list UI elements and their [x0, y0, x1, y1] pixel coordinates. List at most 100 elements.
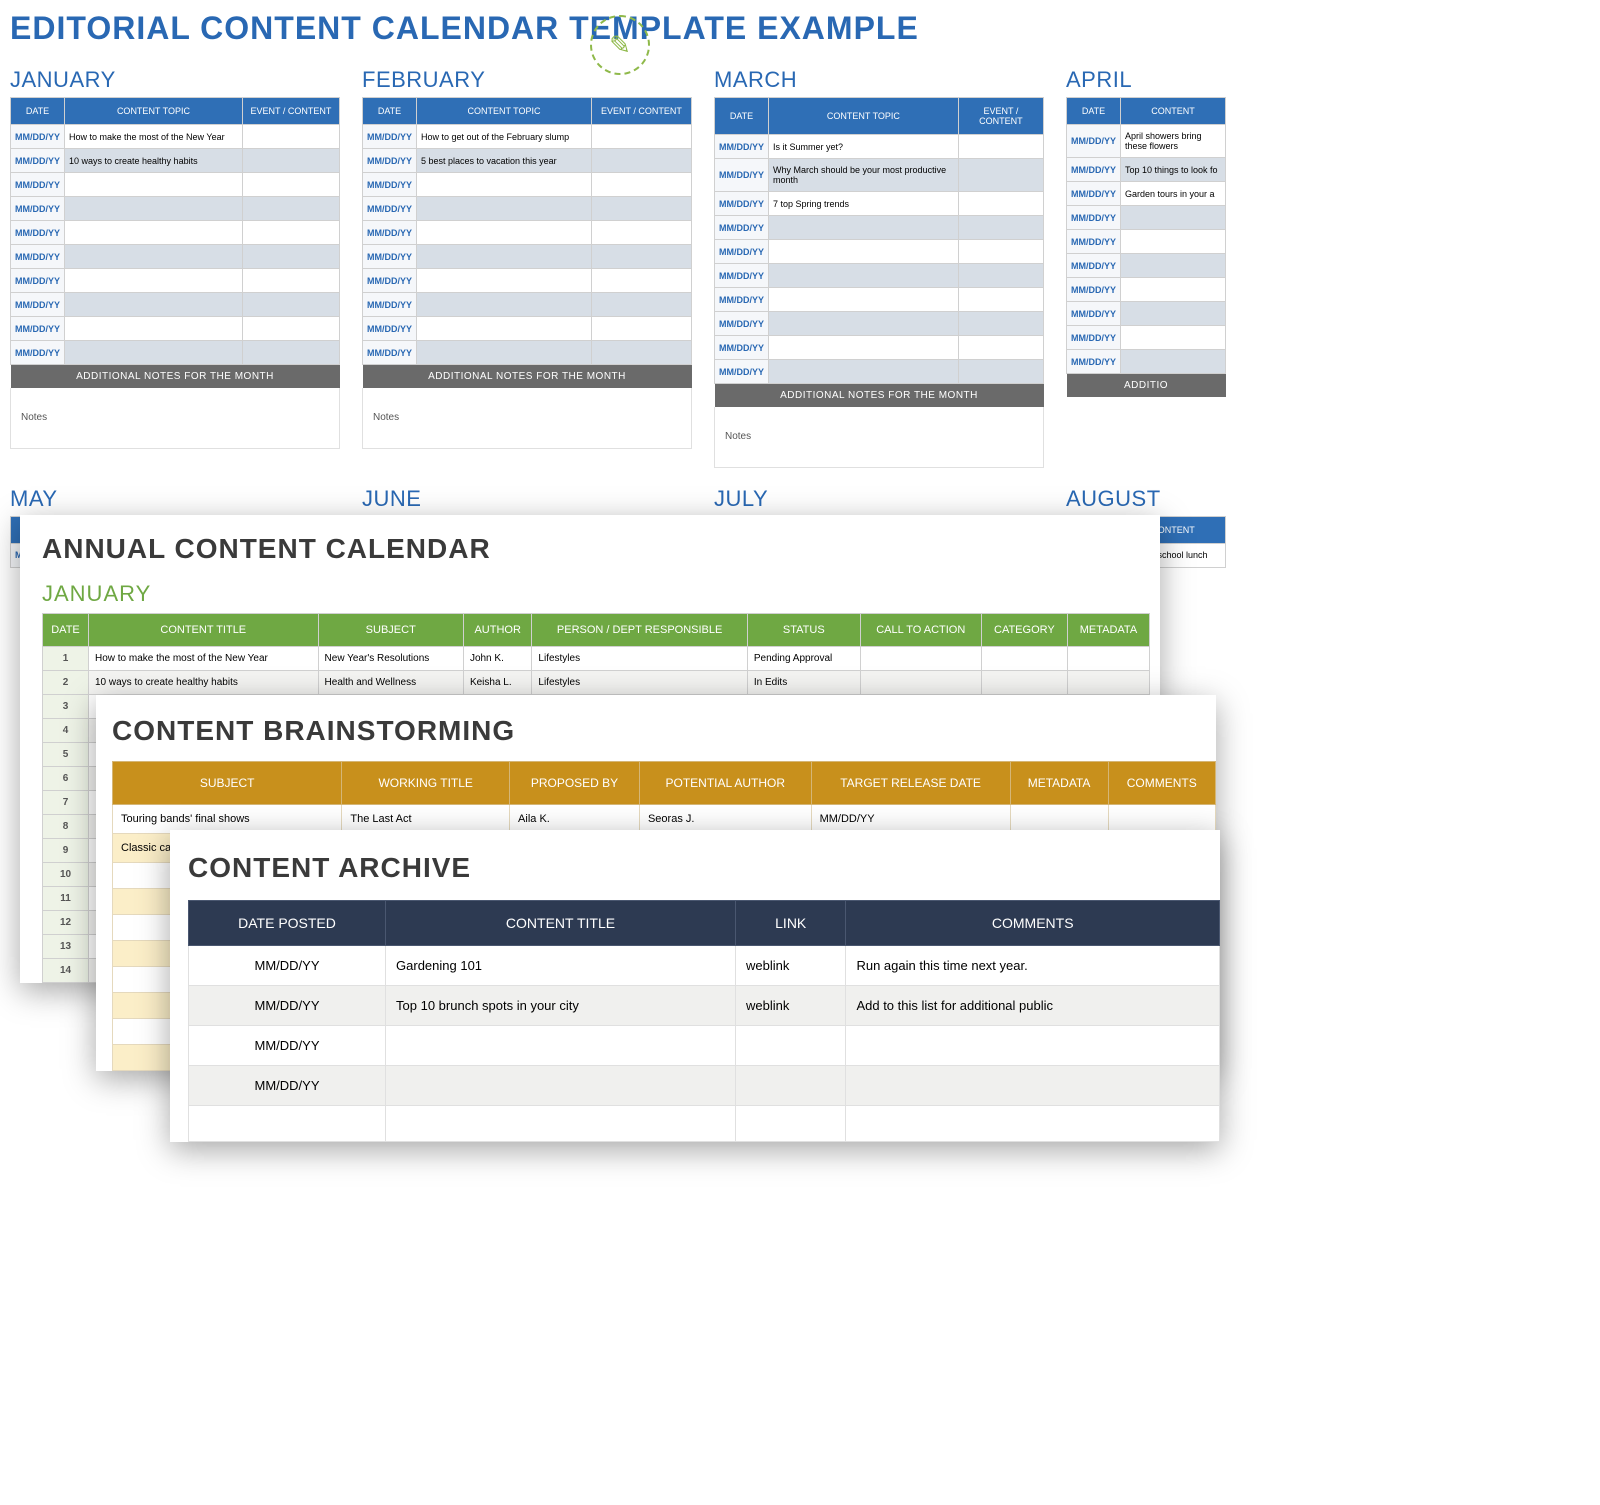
topic-cell[interactable] — [417, 245, 592, 269]
month-row[interactable]: MM/DD/YY Is it Summer yet? — [715, 135, 1044, 159]
topic-cell[interactable]: How to make the most of the New Year — [65, 125, 243, 149]
month-row[interactable]: MM/DD/YY — [1067, 254, 1226, 278]
archive-row[interactable]: MM/DD/YYTop 10 brunch spots in your city… — [189, 986, 1220, 1026]
date-cell[interactable]: MM/DD/YY — [11, 341, 65, 365]
topic-cell[interactable] — [65, 221, 243, 245]
topic-cell[interactable]: April showers bring these flowers — [1121, 125, 1226, 158]
event-cell[interactable] — [242, 269, 339, 293]
month-row[interactable]: MM/DD/YY — [715, 240, 1044, 264]
month-row[interactable]: MM/DD/YY — [1067, 326, 1226, 350]
date-cell[interactable]: MM/DD/YY — [1067, 302, 1121, 326]
event-cell[interactable] — [958, 159, 1043, 192]
topic-cell[interactable]: Top 10 things to look fo — [1121, 158, 1226, 182]
topic-cell[interactable] — [417, 269, 592, 293]
event-cell[interactable] — [242, 197, 339, 221]
date-cell[interactable]: MM/DD/YY — [363, 293, 417, 317]
month-row[interactable]: MM/DD/YY — [11, 221, 340, 245]
archive-row[interactable] — [189, 1106, 1220, 1142]
topic-cell[interactable] — [65, 341, 243, 365]
month-row[interactable]: MM/DD/YY — [11, 245, 340, 269]
event-cell[interactable] — [242, 317, 339, 341]
month-row[interactable]: MM/DD/YY — [715, 216, 1044, 240]
topic-cell[interactable]: How to get out of the February slump — [417, 125, 592, 149]
month-row[interactable]: MM/DD/YY — [1067, 278, 1226, 302]
topic-cell[interactable] — [417, 341, 592, 365]
month-row[interactable]: MM/DD/YY — [715, 336, 1044, 360]
date-cell[interactable]: MM/DD/YY — [11, 317, 65, 341]
archive-row[interactable]: MM/DD/YY — [189, 1066, 1220, 1106]
archive-row[interactable]: MM/DD/YY — [189, 1026, 1220, 1066]
month-row[interactable]: MM/DD/YY — [363, 269, 692, 293]
topic-cell[interactable] — [417, 197, 592, 221]
date-cell[interactable]: MM/DD/YY — [715, 159, 769, 192]
date-cell[interactable]: MM/DD/YY — [715, 216, 769, 240]
date-cell[interactable]: MM/DD/YY — [363, 341, 417, 365]
topic-cell[interactable] — [417, 317, 592, 341]
event-cell[interactable] — [958, 192, 1043, 216]
month-row[interactable]: MM/DD/YY — [11, 269, 340, 293]
date-cell[interactable]: MM/DD/YY — [11, 293, 65, 317]
topic-cell[interactable] — [1121, 278, 1226, 302]
topic-cell[interactable] — [1121, 302, 1226, 326]
topic-cell[interactable] — [1121, 230, 1226, 254]
topic-cell[interactable] — [65, 293, 243, 317]
event-cell[interactable] — [591, 125, 691, 149]
date-cell[interactable]: MM/DD/YY — [715, 336, 769, 360]
month-row[interactable]: MM/DD/YY — [11, 197, 340, 221]
date-cell[interactable]: MM/DD/YY — [11, 245, 65, 269]
month-row[interactable]: MM/DD/YY — [715, 288, 1044, 312]
month-row[interactable]: MM/DD/YY — [1067, 206, 1226, 230]
topic-cell[interactable] — [65, 173, 243, 197]
event-cell[interactable] — [591, 341, 691, 365]
date-cell[interactable]: MM/DD/YY — [715, 288, 769, 312]
date-cell[interactable]: MM/DD/YY — [11, 149, 65, 173]
notes-cell[interactable]: Notes — [363, 388, 692, 448]
month-row[interactable]: MM/DD/YY Why March should be your most p… — [715, 159, 1044, 192]
event-cell[interactable] — [958, 135, 1043, 159]
topic-cell[interactable] — [1121, 326, 1226, 350]
event-cell[interactable] — [242, 173, 339, 197]
month-row[interactable]: MM/DD/YY How to get out of the February … — [363, 125, 692, 149]
month-row[interactable]: MM/DD/YY — [11, 317, 340, 341]
topic-cell[interactable] — [769, 288, 959, 312]
topic-cell[interactable] — [769, 336, 959, 360]
date-cell[interactable]: MM/DD/YY — [1067, 125, 1121, 158]
topic-cell[interactable]: 5 best places to vacation this year — [417, 149, 592, 173]
topic-cell[interactable]: Is it Summer yet? — [769, 135, 959, 159]
month-row[interactable]: MM/DD/YY — [363, 341, 692, 365]
event-cell[interactable] — [591, 245, 691, 269]
month-row[interactable]: MM/DD/YY — [1067, 302, 1226, 326]
event-cell[interactable] — [242, 293, 339, 317]
month-row[interactable]: MM/DD/YY 5 best places to vacation this … — [363, 149, 692, 173]
topic-cell[interactable] — [417, 173, 592, 197]
archive-row[interactable]: MM/DD/YYGardening 101weblinkRun again th… — [189, 946, 1220, 986]
date-cell[interactable]: MM/DD/YY — [715, 360, 769, 384]
annual-row[interactable]: 210 ways to create healthy habitsHealth … — [43, 671, 1150, 695]
event-cell[interactable] — [242, 125, 339, 149]
topic-cell[interactable]: 7 top Spring trends — [769, 192, 959, 216]
month-row[interactable]: MM/DD/YY — [11, 173, 340, 197]
date-cell[interactable]: MM/DD/YY — [1067, 254, 1121, 278]
date-cell[interactable]: MM/DD/YY — [11, 269, 65, 293]
month-row[interactable]: MM/DD/YY — [11, 293, 340, 317]
date-cell[interactable]: MM/DD/YY — [363, 173, 417, 197]
month-row[interactable]: MM/DD/YY — [363, 197, 692, 221]
topic-cell[interactable] — [769, 312, 959, 336]
month-row[interactable]: MM/DD/YY — [363, 317, 692, 341]
month-row[interactable]: MM/DD/YY — [363, 173, 692, 197]
month-row[interactable]: MM/DD/YY 10 ways to create healthy habit… — [11, 149, 340, 173]
event-cell[interactable] — [591, 221, 691, 245]
date-cell[interactable]: MM/DD/YY — [363, 269, 417, 293]
date-cell[interactable]: MM/DD/YY — [1067, 350, 1121, 374]
annual-row[interactable]: 1How to make the most of the New YearNew… — [43, 647, 1150, 671]
topic-cell[interactable] — [65, 269, 243, 293]
date-cell[interactable]: MM/DD/YY — [363, 125, 417, 149]
topic-cell[interactable] — [65, 197, 243, 221]
topic-cell[interactable] — [417, 293, 592, 317]
event-cell[interactable] — [242, 221, 339, 245]
date-cell[interactable]: MM/DD/YY — [363, 197, 417, 221]
topic-cell[interactable] — [769, 360, 959, 384]
date-cell[interactable]: MM/DD/YY — [1067, 182, 1121, 206]
topic-cell[interactable]: Garden tours in your a — [1121, 182, 1226, 206]
topic-cell[interactable]: Why March should be your most productive… — [769, 159, 959, 192]
